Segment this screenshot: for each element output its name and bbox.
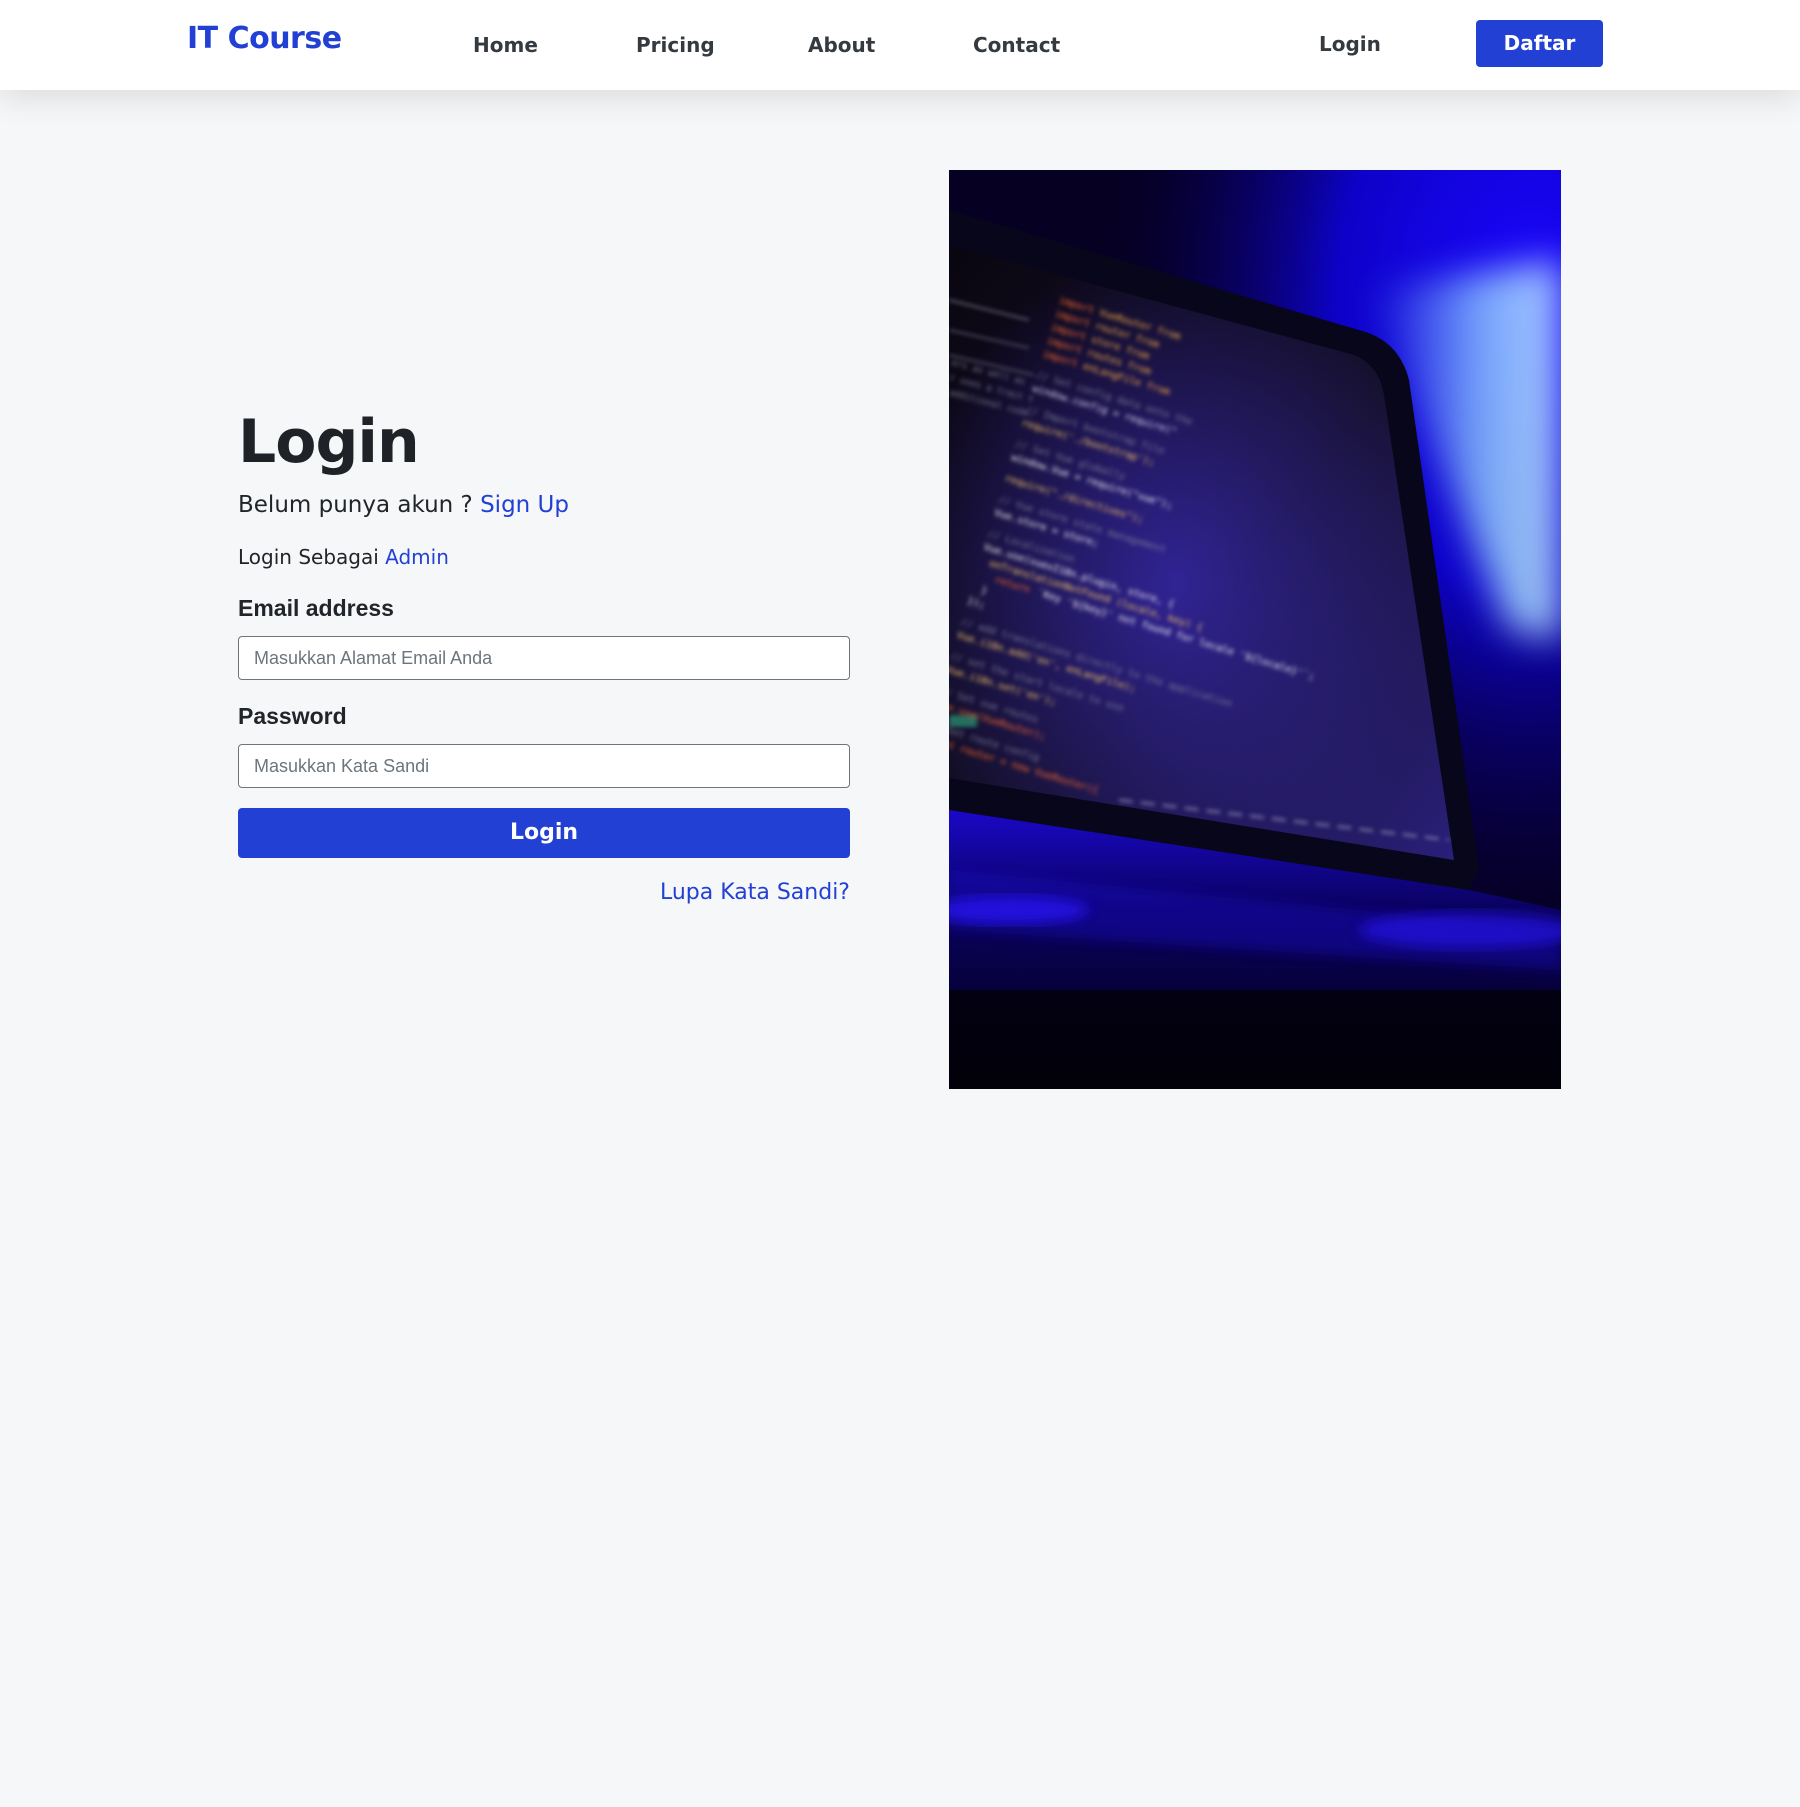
login-submit-button[interactable]: Login bbox=[238, 808, 850, 858]
hero-image: ers as well as r uses a trait t addition… bbox=[949, 170, 1561, 1089]
nav-link-about[interactable]: About bbox=[808, 28, 875, 62]
register-button[interactable]: Daftar bbox=[1476, 20, 1603, 67]
email-field[interactable] bbox=[238, 636, 850, 680]
admin-login-prompt: Login Sebagai Admin bbox=[238, 541, 449, 573]
password-label: Password bbox=[238, 703, 347, 729]
nav-link-home[interactable]: Home bbox=[473, 28, 538, 62]
admin-login-text: Login Sebagai bbox=[238, 545, 379, 569]
brand-logo[interactable]: IT Course bbox=[187, 18, 342, 60]
forgot-password-link[interactable]: Lupa Kata Sandi? bbox=[660, 876, 850, 910]
nav-link-contact[interactable]: Contact bbox=[973, 28, 1060, 62]
nav-login-link[interactable]: Login bbox=[1319, 27, 1381, 61]
signup-link[interactable]: Sign Up bbox=[480, 492, 569, 518]
page-title: Login bbox=[238, 407, 420, 477]
laptop-code-illustration: ers as well as r uses a trait t addition… bbox=[949, 170, 1561, 1089]
email-label: Email address bbox=[238, 595, 394, 621]
admin-link[interactable]: Admin bbox=[385, 545, 449, 569]
navbar: IT Course Home Pricing About Contact Log… bbox=[0, 0, 1800, 90]
nav-link-pricing[interactable]: Pricing bbox=[636, 28, 715, 62]
password-field[interactable] bbox=[238, 744, 850, 788]
signup-prompt-text: Belum punya akun ? bbox=[238, 492, 473, 518]
signup-prompt: Belum punya akun ? Sign Up bbox=[238, 487, 569, 523]
